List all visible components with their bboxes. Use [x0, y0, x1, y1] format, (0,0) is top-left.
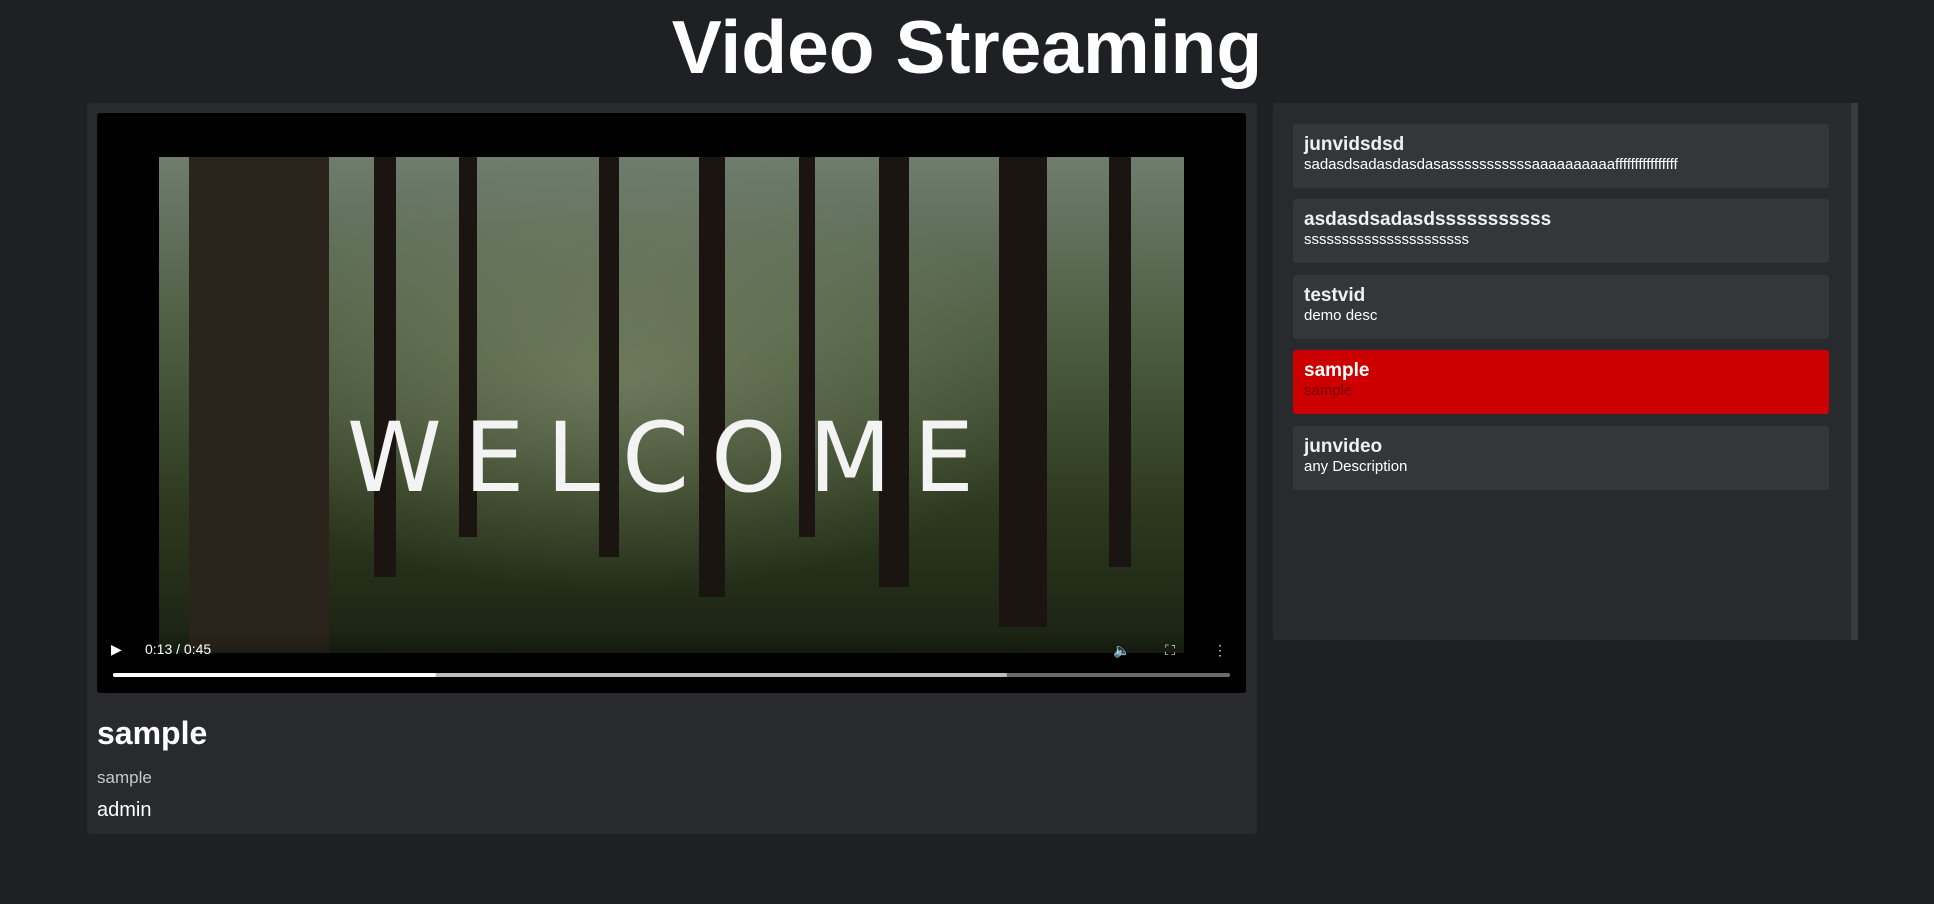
video-controls: ▶ 0:13 / 0:45 🔈 ⛶ ⋮: [97, 631, 1246, 693]
video-thumbnail-forest: WELCOME: [159, 157, 1184, 653]
playlist-item-title: junvidsdsd: [1304, 134, 1405, 155]
playlist-item-active[interactable]: sample sample: [1293, 350, 1829, 414]
playlist-item-description: sadasdsadasdasdasasssssssssssaaaaaaaaaaf…: [1304, 156, 1678, 173]
volume-icon[interactable]: 🔈: [1111, 639, 1133, 661]
play-icon[interactable]: ▶: [111, 639, 131, 659]
playlist-item-description: sample: [1304, 382, 1353, 399]
video-frame[interactable]: WELCOME: [159, 113, 1184, 653]
playlist-item-title: asdasdsadasdsssssssssss: [1304, 209, 1552, 230]
playlist-item-title: testvid: [1304, 285, 1366, 306]
video-title: sample: [97, 715, 208, 751]
fullscreen-icon[interactable]: ⛶: [1159, 639, 1181, 661]
playlist-item-description: any Description: [1304, 458, 1408, 475]
time-display: 0:13 / 0:45: [145, 641, 212, 657]
playlist-item-description: ssssssssssssssssssssss: [1304, 231, 1469, 248]
playlist-item[interactable]: junvidsdsd sadasdsadasdasdasasssssssssss…: [1293, 124, 1829, 188]
playlist-item[interactable]: asdasdsadasdsssssssssss ssssssssssssssss…: [1293, 199, 1829, 263]
playlist-item-title: sample: [1304, 360, 1370, 381]
progress-played: [113, 673, 436, 677]
playlist-item-description: demo desc: [1304, 307, 1378, 324]
progress-bar[interactable]: [113, 673, 1230, 677]
playlist-item[interactable]: testvid demo desc: [1293, 275, 1829, 339]
video-description: sample: [97, 768, 152, 787]
playlist-scrollbar[interactable]: [1851, 103, 1858, 640]
playlist-item[interactable]: junvideo any Description: [1293, 426, 1829, 490]
more-options-icon[interactable]: ⋮: [1209, 639, 1231, 661]
playlist-panel: junvidsdsd sadasdsadasdasdasasssssssssss…: [1273, 103, 1858, 640]
player-card: WELCOME ▶ 0:13 / 0:45 🔈 ⛶ ⋮ sample sampl…: [87, 103, 1257, 834]
playlist-item-title: junvideo: [1304, 436, 1383, 457]
video-overlay-text: WELCOME: [346, 402, 997, 514]
page-title: Video Streaming: [671, 5, 1263, 89]
video-player[interactable]: WELCOME ▶ 0:13 / 0:45 🔈 ⛶ ⋮: [97, 113, 1246, 693]
video-author: admin: [97, 799, 152, 821]
